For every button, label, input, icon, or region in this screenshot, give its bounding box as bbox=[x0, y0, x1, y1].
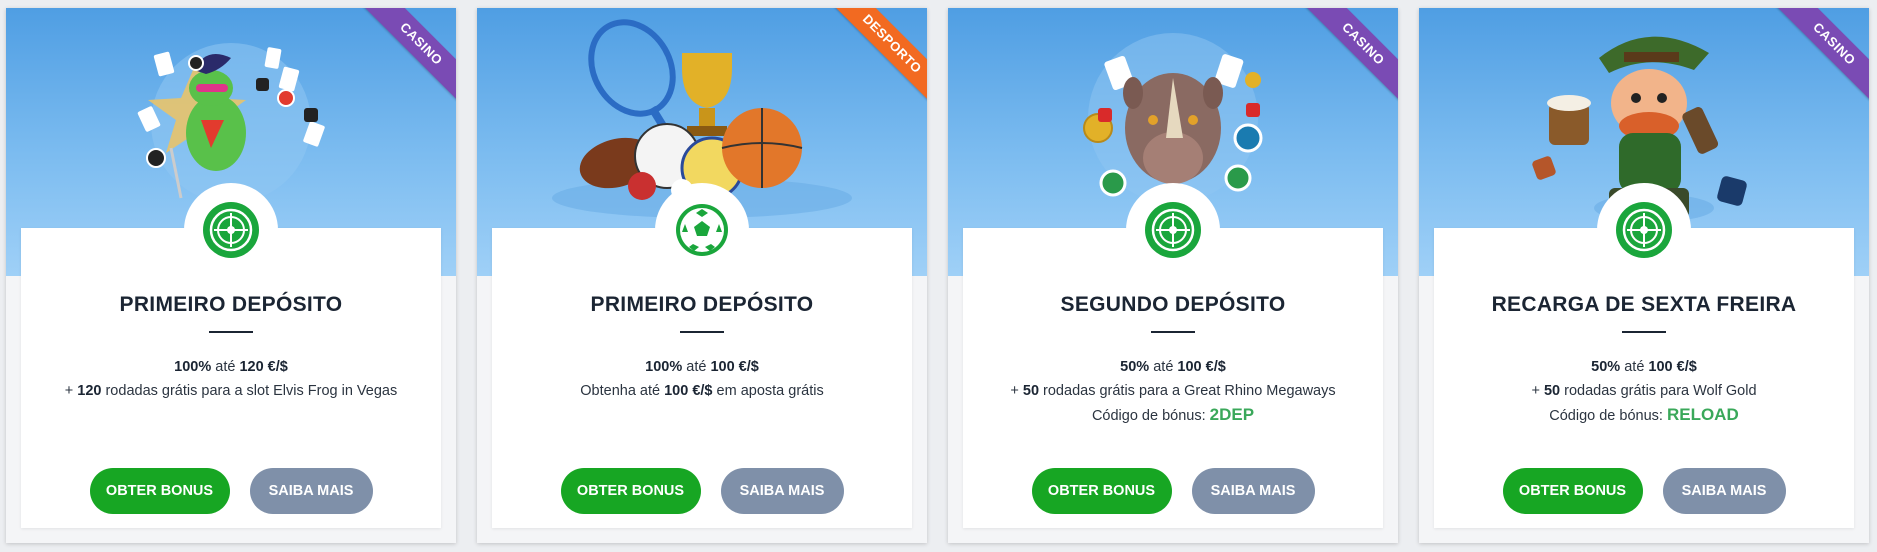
category-badge bbox=[655, 183, 749, 277]
learn-more-button[interactable]: SAIBA MAIS bbox=[1191, 468, 1315, 514]
learn-more-button[interactable]: SAIBA MAIS bbox=[249, 468, 373, 514]
bonus-code-line: Código de bónus: RELOAD bbox=[1434, 403, 1854, 428]
offer-line-2: + 50 rodadas grátis para Wolf Gold bbox=[1531, 383, 1757, 399]
category-badge bbox=[1126, 183, 1220, 277]
title-divider bbox=[1622, 331, 1666, 333]
bonus-code-label: Código de bónus: bbox=[1549, 408, 1667, 424]
soccer-ball-icon bbox=[676, 204, 728, 256]
category-badge bbox=[184, 183, 278, 277]
title-divider bbox=[209, 331, 253, 333]
offer-line-2: Obtenha até 100 €/$ em aposta grátis bbox=[580, 383, 824, 399]
bonus-code: 2DEP bbox=[1209, 405, 1255, 424]
offer-description: 100% até 100 €/$ Obtenha até 100 €/$ em … bbox=[492, 355, 912, 403]
learn-more-button[interactable]: SAIBA MAIS bbox=[720, 468, 844, 514]
promo-card-2: DESPORTO PRIMEIRO DEPÓSITO 100% até 100 … bbox=[477, 8, 927, 543]
get-bonus-button[interactable]: OBTER BONUS bbox=[89, 468, 230, 514]
bonus-code-line: Código de bónus: 2DEP bbox=[963, 403, 1383, 428]
offer-description: 100% até 120 €/$ + 120 rodadas grátis pa… bbox=[21, 355, 441, 403]
roulette-icon bbox=[209, 208, 253, 252]
title-divider bbox=[1151, 331, 1195, 333]
title-divider bbox=[680, 331, 724, 333]
promo-card-1: CASINO PRIMEIRO DEPÓSITO 100% até 120 €/… bbox=[6, 8, 456, 543]
roulette-icon bbox=[1622, 208, 1666, 252]
offer-line-1: 50% até 100 €/$ bbox=[1120, 359, 1226, 375]
learn-more-button[interactable]: SAIBA MAIS bbox=[1662, 468, 1786, 514]
get-bonus-button[interactable]: OBTER BONUS bbox=[560, 468, 701, 514]
offer-line-1: 50% até 100 €/$ bbox=[1591, 359, 1697, 375]
promo-card-4: CASINO RECARGA DE SEXTA FREIRA 50% até 1… bbox=[1419, 8, 1869, 543]
roulette-icon bbox=[1151, 208, 1195, 252]
offer-description: 50% até 100 €/$ + 50 rodadas grátis para… bbox=[1434, 355, 1854, 428]
bonus-code-label: Código de bónus: bbox=[1091, 408, 1210, 424]
offer-line-1: 100% até 120 €/$ bbox=[174, 359, 288, 375]
offer-description: 50% até 100 €/$ + 50 rodadas grátis para… bbox=[963, 355, 1383, 428]
offer-line-2: + 50 rodadas grátis para a Great Rhino M… bbox=[1010, 383, 1336, 399]
promo-card-3: CASINO SEGUNDO DEPÓSITO 50% até 100 €/$ … bbox=[948, 8, 1398, 543]
bonus-code: RELOAD bbox=[1666, 405, 1739, 424]
get-bonus-button[interactable]: OBTER BONUS bbox=[1031, 468, 1172, 514]
category-badge bbox=[1597, 183, 1691, 277]
offer-line-1: 100% até 100 €/$ bbox=[645, 359, 759, 375]
get-bonus-button[interactable]: OBTER BONUS bbox=[1502, 468, 1643, 514]
offer-line-2: + 120 rodadas grátis para a slot Elvis F… bbox=[64, 383, 398, 399]
